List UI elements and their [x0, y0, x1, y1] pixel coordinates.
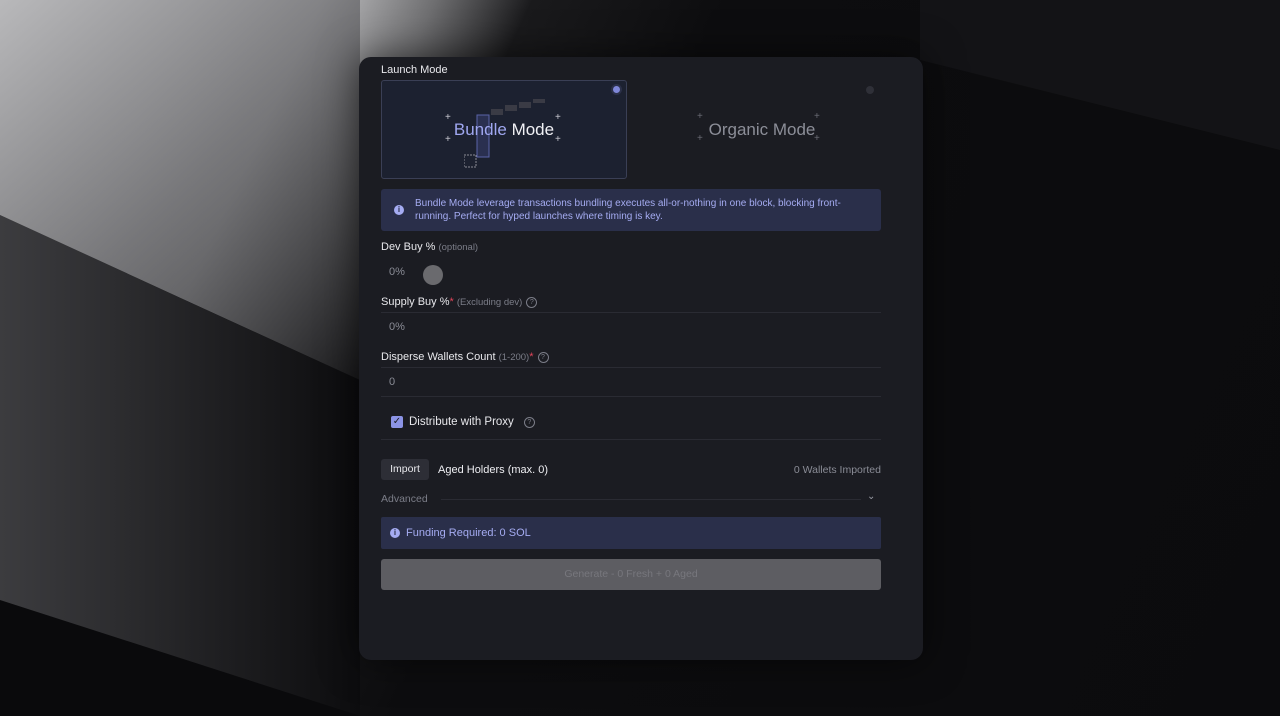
sparkle-icon: +: [445, 112, 451, 123]
supply-buy-input[interactable]: 0%: [389, 321, 405, 333]
sparkle-icon: +: [555, 134, 561, 145]
divider: [381, 367, 881, 368]
disperse-wallets-label: Disperse Wallets Count (1-200)*?: [381, 351, 549, 363]
bundle-info-alert: i Bundle Mode leverage transactions bund…: [381, 189, 881, 231]
import-button[interactable]: Import: [381, 459, 429, 480]
chevron-down-icon[interactable]: ⌄: [867, 491, 875, 502]
dev-buy-label: Dev Buy % (optional): [381, 241, 479, 253]
help-icon[interactable]: ?: [526, 296, 538, 308]
divider: [381, 439, 881, 440]
radio-selected-icon: [613, 86, 620, 93]
check-icon[interactable]: ✓: [391, 416, 403, 428]
generate-button[interactable]: Generate - 0 Fresh + 0 Aged: [381, 559, 881, 590]
help-icon[interactable]: ?: [523, 416, 535, 428]
sparkle-icon: +: [697, 133, 703, 144]
radio-unselected-icon[interactable]: [866, 86, 874, 94]
funding-required-text: Funding Required: 0 SOL: [406, 527, 531, 539]
wallets-imported-count: 0 Wallets Imported: [793, 464, 881, 476]
bundle-info-text: Bundle Mode leverage transactions bundli…: [415, 198, 841, 222]
sparkle-icon: +: [555, 112, 561, 123]
info-icon: i: [394, 205, 404, 215]
divider: [381, 312, 881, 313]
distribute-proxy-label: Distribute with Proxy: [409, 416, 514, 428]
organic-mode-card[interactable]: + + + + Organic Mode: [639, 80, 885, 179]
dev-buy-slider-handle[interactable]: [423, 265, 443, 285]
advanced-toggle[interactable]: Advanced: [381, 493, 428, 505]
bundle-mode-card[interactable]: + + + + Bundle Mode: [381, 80, 627, 179]
aged-holders-title: Aged Holders (max. 0): [438, 464, 549, 476]
disperse-wallets-input[interactable]: 0: [389, 376, 395, 388]
launch-mode-label: Launch Mode: [381, 64, 448, 76]
help-icon[interactable]: ?: [537, 351, 549, 363]
funding-required-alert: i Funding Required: 0 SOL: [381, 517, 881, 549]
sparkle-icon: +: [445, 134, 451, 145]
launch-panel: Launch Mode + + + + Bundle Mode + + + + …: [359, 57, 923, 660]
organic-mode-title: Organic Mode: [708, 119, 816, 139]
dev-buy-value: 0%: [389, 266, 405, 278]
distribute-proxy-row[interactable]: ✓ Distribute with Proxy ?: [391, 416, 535, 428]
bundle-mode-title: Bundle Mode: [453, 119, 555, 139]
sparkle-icon: +: [697, 111, 703, 122]
info-icon: i: [390, 528, 400, 538]
supply-buy-label: Supply Buy %* (Excluding dev)?: [381, 296, 538, 308]
divider: [441, 499, 861, 500]
divider: [381, 396, 881, 397]
